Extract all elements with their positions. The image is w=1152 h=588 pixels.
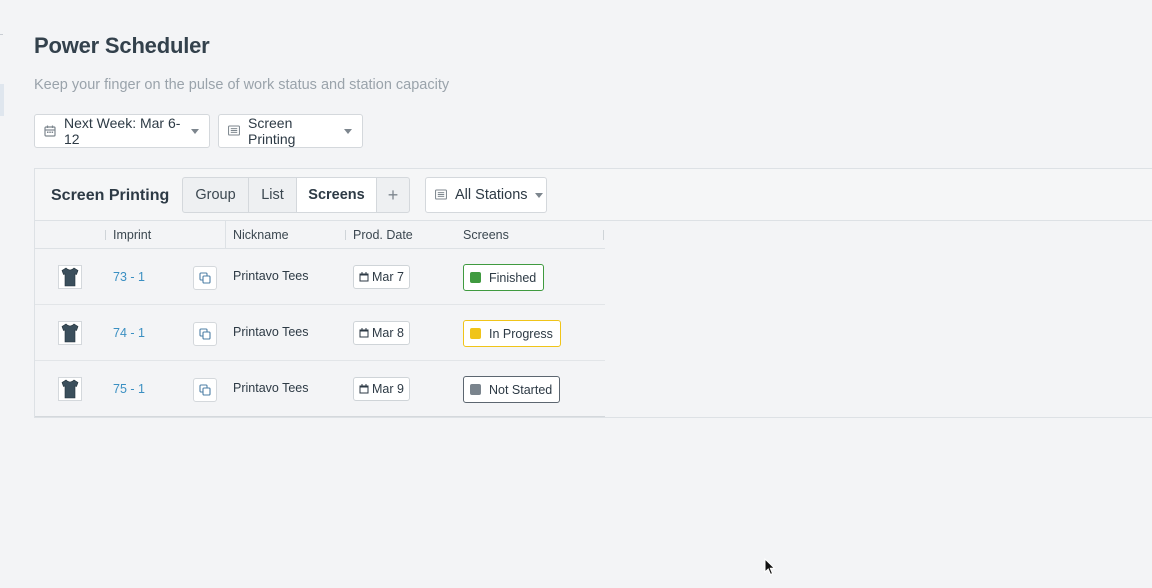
column-header-nickname[interactable]: Nickname xyxy=(233,228,289,242)
page-title: Power Scheduler xyxy=(34,33,210,58)
view-group-button[interactable]: Group xyxy=(183,178,249,212)
status-badge[interactable]: Not Started xyxy=(463,376,561,403)
page-subtitle: Keep your finger on the pulse of work st… xyxy=(34,77,450,93)
calendar-icon xyxy=(359,384,369,394)
list-icon xyxy=(435,189,447,201)
column-separator xyxy=(345,230,346,240)
view-toggle-group: Group List Screens + xyxy=(182,177,410,213)
copy-icon xyxy=(199,272,211,284)
table-row: 74 - 1 Printavo Tees Mar 8 In Progress xyxy=(35,305,605,361)
add-view-button[interactable]: + xyxy=(377,178,409,212)
prod-date-chip[interactable]: Mar 9 xyxy=(353,377,410,401)
imprint-link[interactable]: 74 - 1 xyxy=(113,326,145,340)
tshirt-thumbnail-icon[interactable] xyxy=(58,321,82,345)
column-header-screens[interactable]: Screens xyxy=(463,228,509,242)
status-indicator xyxy=(470,272,481,283)
card-title: Screen Printing xyxy=(51,187,170,204)
prod-date-label: Mar 8 xyxy=(372,326,404,340)
prod-date-label: Mar 7 xyxy=(372,270,404,284)
mouse-pointer-icon xyxy=(764,558,776,576)
column-header-imprint[interactable]: Imprint xyxy=(113,228,151,242)
prod-date-chip[interactable]: Mar 7 xyxy=(353,265,410,289)
copy-button[interactable] xyxy=(193,378,217,402)
copy-button[interactable] xyxy=(193,322,217,346)
stations-dropdown[interactable]: All Stations xyxy=(425,177,547,213)
status-badge[interactable]: In Progress xyxy=(463,320,561,347)
department-filter-dropdown[interactable]: Screen Printing xyxy=(218,114,363,148)
list-icon xyxy=(228,125,240,137)
status-indicator xyxy=(470,328,481,339)
table-header: Imprint Nickname Prod. Date Screens xyxy=(35,221,605,249)
jobs-table: Imprint Nickname Prod. Date Screens 73 -… xyxy=(35,221,605,417)
chevron-down-icon xyxy=(534,192,543,198)
sidebar-edge-mark xyxy=(0,34,3,35)
card-header: Screen Printing Group List Screens + All… xyxy=(35,169,1152,221)
status-badge[interactable]: Finished xyxy=(463,264,545,291)
calendar-icon xyxy=(44,125,56,137)
imprint-link[interactable]: 75 - 1 xyxy=(113,382,145,396)
status-label: Finished xyxy=(489,270,537,285)
imprint-link[interactable]: 73 - 1 xyxy=(113,270,145,284)
nickname-cell: Printavo Tees xyxy=(233,269,309,283)
prod-date-label: Mar 9 xyxy=(372,382,404,396)
table-row: 73 - 1 Printavo Tees Mar 7 Finished xyxy=(35,249,605,305)
stations-label: All Stations xyxy=(455,187,528,203)
copy-icon xyxy=(199,328,211,340)
sidebar-edge-highlight xyxy=(0,84,4,116)
status-label: In Progress xyxy=(489,326,553,341)
view-list-button[interactable]: List xyxy=(249,178,297,212)
column-header-prod-date[interactable]: Prod. Date xyxy=(353,228,413,242)
status-label: Not Started xyxy=(489,382,553,397)
nickname-cell: Printavo Tees xyxy=(233,381,309,395)
column-separator xyxy=(105,230,106,240)
status-indicator xyxy=(470,384,481,395)
table-row: 75 - 1 Printavo Tees Mar 9 Not Started xyxy=(35,361,605,417)
week-filter-label: Next Week: Mar 6-12 xyxy=(64,115,181,147)
prod-date-chip[interactable]: Mar 8 xyxy=(353,321,410,345)
copy-button[interactable] xyxy=(193,266,217,290)
copy-icon xyxy=(199,384,211,396)
calendar-icon xyxy=(359,272,369,282)
schedule-card: Screen Printing Group List Screens + All… xyxy=(34,168,1152,418)
nickname-cell: Printavo Tees xyxy=(233,325,309,339)
tshirt-thumbnail-icon[interactable] xyxy=(58,377,82,401)
view-screens-button[interactable]: Screens xyxy=(297,178,377,212)
chevron-down-icon xyxy=(191,128,199,134)
department-filter-label: Screen Printing xyxy=(248,115,296,147)
tshirt-thumbnail-icon[interactable] xyxy=(58,265,82,289)
column-separator xyxy=(603,230,604,240)
calendar-icon xyxy=(359,328,369,338)
week-filter-dropdown[interactable]: Next Week: Mar 6-12 xyxy=(34,114,210,148)
chevron-down-icon xyxy=(344,128,352,134)
